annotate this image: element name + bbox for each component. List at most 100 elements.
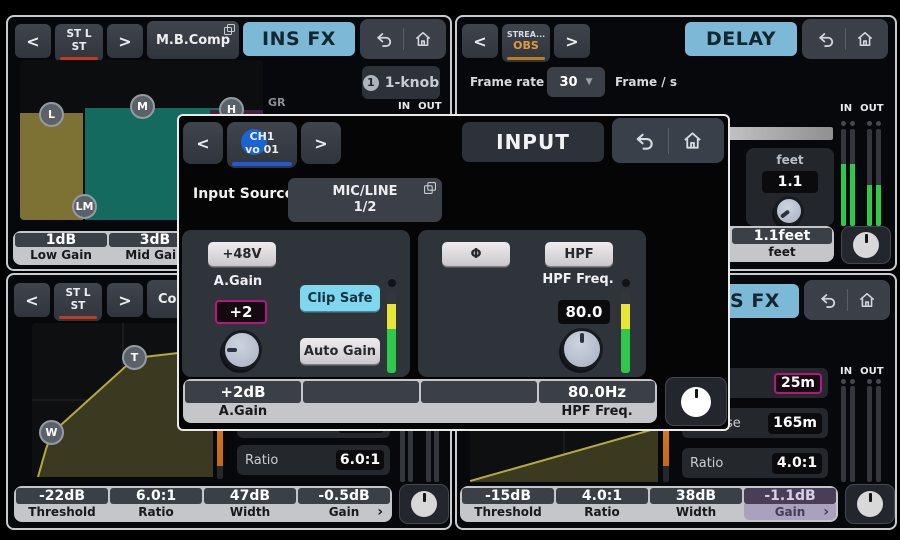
preset-button[interactable]: M.B.Comp — [147, 21, 239, 59]
dialog-title: INPUT — [462, 122, 604, 162]
again-knob[interactable] — [222, 330, 262, 370]
strip-col-gain[interactable]: -0.5dBGain› — [298, 488, 390, 520]
frame-rate-unit: Frame / s — [615, 75, 677, 89]
chevron-right-icon: > — [118, 291, 131, 310]
phantom-48v-button[interactable]: +48V — [208, 242, 276, 266]
strip-col-ratio[interactable]: 4.0:1Ratio — [556, 488, 648, 520]
feet-value[interactable]: 1.1 — [762, 171, 818, 193]
hpf-freq-value[interactable]: 80.0 — [558, 300, 610, 324]
knob-assign-button[interactable] — [665, 377, 727, 426]
meter-peak-dot — [622, 279, 630, 287]
undo-icon[interactable] — [816, 29, 836, 49]
threshold-handle[interactable]: T — [122, 345, 147, 370]
delay-knob[interactable] — [774, 196, 804, 226]
meter-peak-dot — [841, 121, 846, 126]
knob-assign-button[interactable] — [845, 484, 895, 524]
page-title-ins-fx: INS FX — [243, 22, 355, 56]
undo-icon[interactable] — [633, 129, 656, 152]
knob-icon — [411, 491, 437, 517]
width-handle[interactable]: W — [39, 420, 64, 445]
parameter-strip: -15dBThreshold 4.0:1Ratio 38dBWidth -1.1… — [460, 486, 838, 522]
frame-rate-dropdown[interactable]: 30 ▼ — [547, 67, 605, 97]
chevron-left-icon: < — [26, 32, 39, 51]
meter-peak-dot — [867, 379, 872, 384]
again-value[interactable]: +2 — [215, 300, 267, 324]
strip-col-low-gain[interactable]: 1dBLow Gain — [15, 233, 107, 263]
nav-group — [802, 19, 888, 59]
knob-icon — [681, 387, 711, 417]
one-knob-badge-icon: 1 — [363, 75, 379, 91]
again-label: A.Gain — [206, 274, 270, 289]
frame-rate-label: Frame rate — [470, 75, 544, 89]
strip-col-2[interactable] — [303, 381, 419, 421]
parameter-strip: -22dBThreshold 6.0:1Ratio 47dBWidth -0.5… — [14, 486, 392, 522]
next-channel-button[interactable]: > — [107, 24, 143, 58]
meter-peak-dot — [841, 379, 846, 384]
hpf-button[interactable]: HPF — [545, 242, 613, 266]
mixer-touchscreen: < ST L ST > M.B.Comp INS FX L M H LM GR — [0, 0, 900, 540]
strip-col-hpf-freq[interactable]: 80.0HzHPF Freq. — [539, 381, 655, 421]
strip-col-gain-selected[interactable]: -1.1dBGain› — [744, 488, 836, 520]
home-icon[interactable] — [681, 129, 704, 152]
phase-button[interactable]: Φ — [442, 242, 510, 266]
auto-gain-button[interactable]: Auto Gain — [300, 338, 380, 364]
mid-band-handle[interactable]: M — [130, 94, 155, 119]
home-icon[interactable] — [857, 290, 877, 310]
gr-label: GR — [268, 96, 286, 109]
chevron-right-icon: › — [823, 504, 829, 520]
channel-select-button[interactable]: ST L ST — [55, 24, 103, 62]
strip-col-threshold[interactable]: -15dBThreshold — [462, 488, 554, 520]
out-meter-r — [876, 386, 881, 482]
in-meter-r — [850, 129, 855, 226]
channel-select-button[interactable]: STREA... OBS — [502, 24, 550, 62]
chevron-right-icon: > — [314, 134, 327, 153]
home-icon[interactable] — [413, 29, 433, 49]
undo-icon[interactable] — [374, 29, 394, 49]
meter-peak-dot — [876, 379, 881, 384]
undo-icon[interactable] — [818, 290, 838, 310]
next-channel-button[interactable]: > — [107, 283, 143, 317]
strip-col-3[interactable] — [421, 381, 537, 421]
param-row-ratio[interactable]: Ratio 4.0:1 — [682, 448, 828, 478]
prev-channel-button[interactable]: < — [462, 24, 498, 58]
knob-icon — [853, 232, 879, 258]
prev-channel-button[interactable]: < — [183, 122, 223, 164]
param-row-ratio[interactable]: Ratio 6.0:1 — [237, 445, 390, 475]
low-band-handle[interactable]: L — [39, 102, 64, 127]
parameter-strip: +2dBA.Gain 80.0HzHPF Freq. — [183, 379, 657, 423]
channel-select-button[interactable]: ST L ST — [54, 283, 102, 321]
hpf-freq-knob[interactable] — [561, 328, 603, 370]
knob-assign-button[interactable] — [399, 484, 449, 524]
strip-col-feet[interactable]: 1.1feetfeet — [732, 228, 832, 260]
in-out-labels: INOUT — [840, 366, 884, 377]
input-source-button[interactable]: MIC/LINE 1/2 — [288, 178, 442, 222]
strip-col-again[interactable]: +2dBA.Gain — [185, 381, 301, 421]
channel-color-bar — [232, 162, 292, 166]
prev-channel-button[interactable]: < — [14, 283, 50, 317]
input-dialog: < CH1 vo 01 > INPUT Input Source MIC/LIN… — [177, 114, 730, 431]
in-meter-l — [841, 129, 846, 226]
low-mid-crossover-handle[interactable]: LM — [72, 194, 97, 219]
nav-group — [804, 280, 890, 320]
home-icon[interactable] — [855, 29, 875, 49]
meter-peak-dot — [850, 121, 855, 126]
clip-safe-button[interactable]: Clip Safe — [300, 285, 380, 311]
page-title-delay: DELAY — [685, 22, 797, 56]
one-knob-button[interactable]: 1 1-knob — [362, 66, 440, 99]
next-channel-button[interactable]: > — [554, 24, 590, 58]
channel-select-button[interactable]: CH1 vo 01 — [227, 122, 297, 168]
strip-col-width[interactable]: 38dBWidth — [650, 488, 742, 520]
in-out-labels: INOUT — [840, 103, 884, 114]
chevron-left-icon: < — [196, 134, 209, 153]
meter-peak-dot — [850, 379, 855, 384]
strip-col-threshold[interactable]: -22dBThreshold — [16, 488, 108, 520]
strip-col-ratio[interactable]: 6.0:1Ratio — [110, 488, 202, 520]
phase-icon: Φ — [470, 247, 481, 262]
meter-peak-dot — [388, 279, 396, 287]
phase-hpf-subpanel: Φ HPF HPF Freq. 80.0 — [418, 230, 646, 377]
next-channel-button[interactable]: > — [301, 122, 341, 164]
out-meter-l — [867, 129, 872, 226]
strip-col-width[interactable]: 47dBWidth — [204, 488, 296, 520]
knob-assign-button[interactable] — [841, 226, 891, 264]
prev-channel-button[interactable]: < — [15, 24, 51, 58]
